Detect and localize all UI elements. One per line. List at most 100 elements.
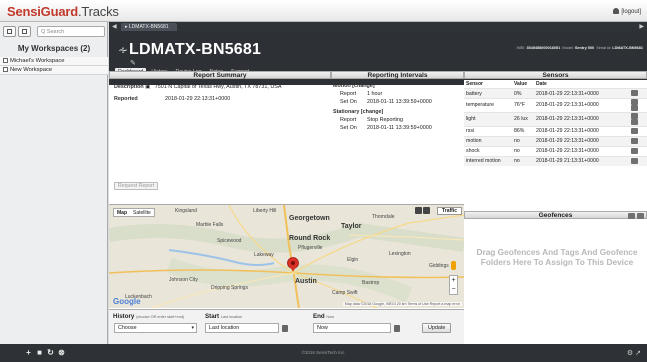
chevron-down-icon: ▾ [191, 325, 194, 331]
workspace-item[interactable]: New Workspace [0, 66, 108, 75]
history-choose-select[interactable]: Choose ▾ [114, 323, 197, 333]
motion-set-value: 2018-01-11 13:39:59+0000 [367, 99, 432, 105]
sensor-settings-icon[interactable] [631, 105, 638, 112]
table-row: motion no 2018-01-29 22:13:31+0000 [464, 135, 647, 146]
map-label: Dripping Springs [211, 285, 248, 291]
map-attribution[interactable]: Map data ©2018 Google, INEGI 20 km Terms… [342, 302, 462, 306]
device-location-pin[interactable] [287, 257, 299, 274]
map-label: Thorndale [372, 214, 395, 220]
stationary-report-value: Stop Reporting [367, 117, 403, 123]
sensor-chart-icon[interactable] [631, 137, 638, 144]
workspace-search-input[interactable]: Q Search [37, 26, 105, 37]
street-view-icon[interactable] [451, 261, 456, 270]
history-bar: History (choose OR enter start+end) Choo… [109, 309, 464, 344]
stationary-set-label: Set On [340, 125, 357, 131]
workspace-list: Michael's Workspace New Workspace [0, 57, 108, 75]
map-label: Giddings [429, 263, 449, 269]
motion-report-value: 1 hour [367, 91, 383, 97]
map-label: Camp Swift [332, 290, 358, 296]
workspace-item[interactable]: Michael's Workspace [0, 57, 108, 66]
end-label: End Now [313, 313, 335, 320]
tab-scroll-left-icon[interactable]: ◀ [112, 23, 117, 30]
table-row: temperature 76°F 2018-01-29 22:13:31+0000 [464, 98, 647, 113]
device-tab-strip: ◀ ▸ LDMATX-BN5681 ▶ [109, 22, 647, 31]
sensor-chart-icon[interactable] [631, 127, 638, 134]
reporting-intervals-header: Reporting Intervals [331, 71, 464, 79]
sensor-chart-icon[interactable] [631, 112, 638, 119]
location-pin-icon [287, 257, 299, 272]
table-row: rssi 86% 2018-01-29 22:13:31+0000 [464, 125, 647, 136]
add-icon [7, 29, 12, 34]
settings-icon[interactable]: ⚙ [627, 350, 633, 357]
geofence-controls [628, 213, 644, 220]
start-date-input[interactable]: Last location [205, 323, 279, 333]
fullscreen-icon[interactable] [415, 207, 422, 214]
sensor-chart-icon[interactable] [631, 90, 638, 97]
stationary-report-label: Report [340, 117, 357, 123]
wifi-signal-icon: ∻ [118, 43, 129, 57]
calendar-icon[interactable] [282, 325, 288, 332]
history-title: History (choose OR enter start+end) [113, 313, 185, 320]
layers-icon[interactable] [423, 207, 430, 214]
map-type-toggle: Map Satellite [113, 208, 155, 217]
map-label: Lakeway [254, 252, 274, 258]
sensors-table: Sensor Value Date battery 0% 2018-01-29 22… [464, 80, 647, 166]
device-meta: IMEI: 3545458000016051 Model: Sentry 500… [516, 46, 643, 50]
update-button[interactable]: Update [422, 323, 452, 333]
description-edit-icon[interactable]: ▣ [145, 84, 150, 90]
map-label: Taylor [341, 223, 362, 230]
sensor-chart-icon[interactable] [631, 158, 638, 165]
map-label: Marble Falls [196, 222, 224, 228]
report-reported: Reported [114, 96, 138, 102]
table-row: light 26 lux 2018-01-29 22:13:31+0000 [464, 111, 647, 126]
app-logo[interactable]: SensiGuard.Tracks [7, 4, 119, 19]
device-edit-icon[interactable]: ✎ [130, 59, 136, 67]
table-row: interred motion no 2018-01-29 21:13:31+000… [464, 155, 647, 166]
table-row: shock no 2018-01-29 22:13:31+0000 [464, 145, 647, 156]
logout-link[interactable]: [logout] [613, 8, 641, 15]
new-workspace-button[interactable] [3, 26, 16, 37]
map-label: Round Rock [289, 235, 331, 242]
copyright: ©2018 SensiTech Inc. [301, 350, 346, 355]
device-panel: ◀ ▸ LDMATX-BN5681 ▶ ∻ LDMATX-BN5681 ✎ IM… [109, 22, 647, 344]
geofence-drop-zone[interactable]: Drag Geofences And Tags And Geofence Fol… [468, 247, 646, 267]
report-summary-header: Report Summary [109, 71, 331, 79]
tab-scroll-right-icon[interactable]: ▶ [639, 23, 644, 30]
map-button[interactable]: Map [114, 209, 130, 217]
google-logo: Google [113, 297, 141, 306]
traffic-button[interactable]: Traffic [436, 207, 462, 215]
folder-icon [22, 29, 27, 34]
start-label: Start Last location [205, 313, 243, 320]
map-label: Georgetown [289, 215, 330, 222]
sensor-chart-icon[interactable] [631, 147, 638, 154]
map-label: Spicewood [217, 238, 242, 244]
geofences-header: Geofences [464, 211, 647, 220]
device-title: LDMATX-BN5681 [129, 41, 262, 58]
map-label: Liberty Hill [253, 208, 277, 214]
workspace-sidebar: Q Search My Workspaces (2) Michael's Wor… [0, 22, 108, 344]
geofence-list-icon[interactable] [628, 213, 636, 220]
sensors-table-header: Sensor Value Date [464, 80, 647, 89]
sensor-chart-icon[interactable] [631, 99, 638, 105]
device-map[interactable]: Map Satellite Traffic Kingsland Liberty H… [109, 204, 464, 308]
satellite-button[interactable]: Satellite [130, 209, 154, 217]
map-label: Austin [295, 278, 317, 285]
calendar-icon[interactable] [394, 325, 400, 332]
sensor-settings-icon[interactable] [631, 119, 638, 126]
end-date-input[interactable]: Now [313, 323, 391, 333]
map-label: Bastrop [362, 280, 380, 286]
device-tab[interactable]: ▸ LDMATX-BN5681 [121, 23, 177, 31]
geofence-collapse-icon[interactable] [637, 213, 644, 220]
footer-right-icons: ⚙ ↗ [627, 349, 641, 357]
zoom-in-button[interactable]: + [450, 276, 457, 285]
motion-change-link[interactable]: Motion [change] [333, 83, 375, 89]
map-label: Lexington [389, 251, 411, 257]
stationary-change-link[interactable]: Stationary [change] [333, 109, 383, 115]
motion-set-label: Set On [340, 99, 357, 105]
request-report-button[interactable]: Request Report [114, 182, 159, 190]
expand-icon[interactable]: ↗ [635, 350, 641, 357]
motion-report-label: Report [340, 91, 357, 97]
new-folder-button[interactable] [18, 26, 31, 37]
zoom-control: + − [449, 275, 458, 295]
zoom-out-button[interactable]: − [450, 285, 457, 294]
